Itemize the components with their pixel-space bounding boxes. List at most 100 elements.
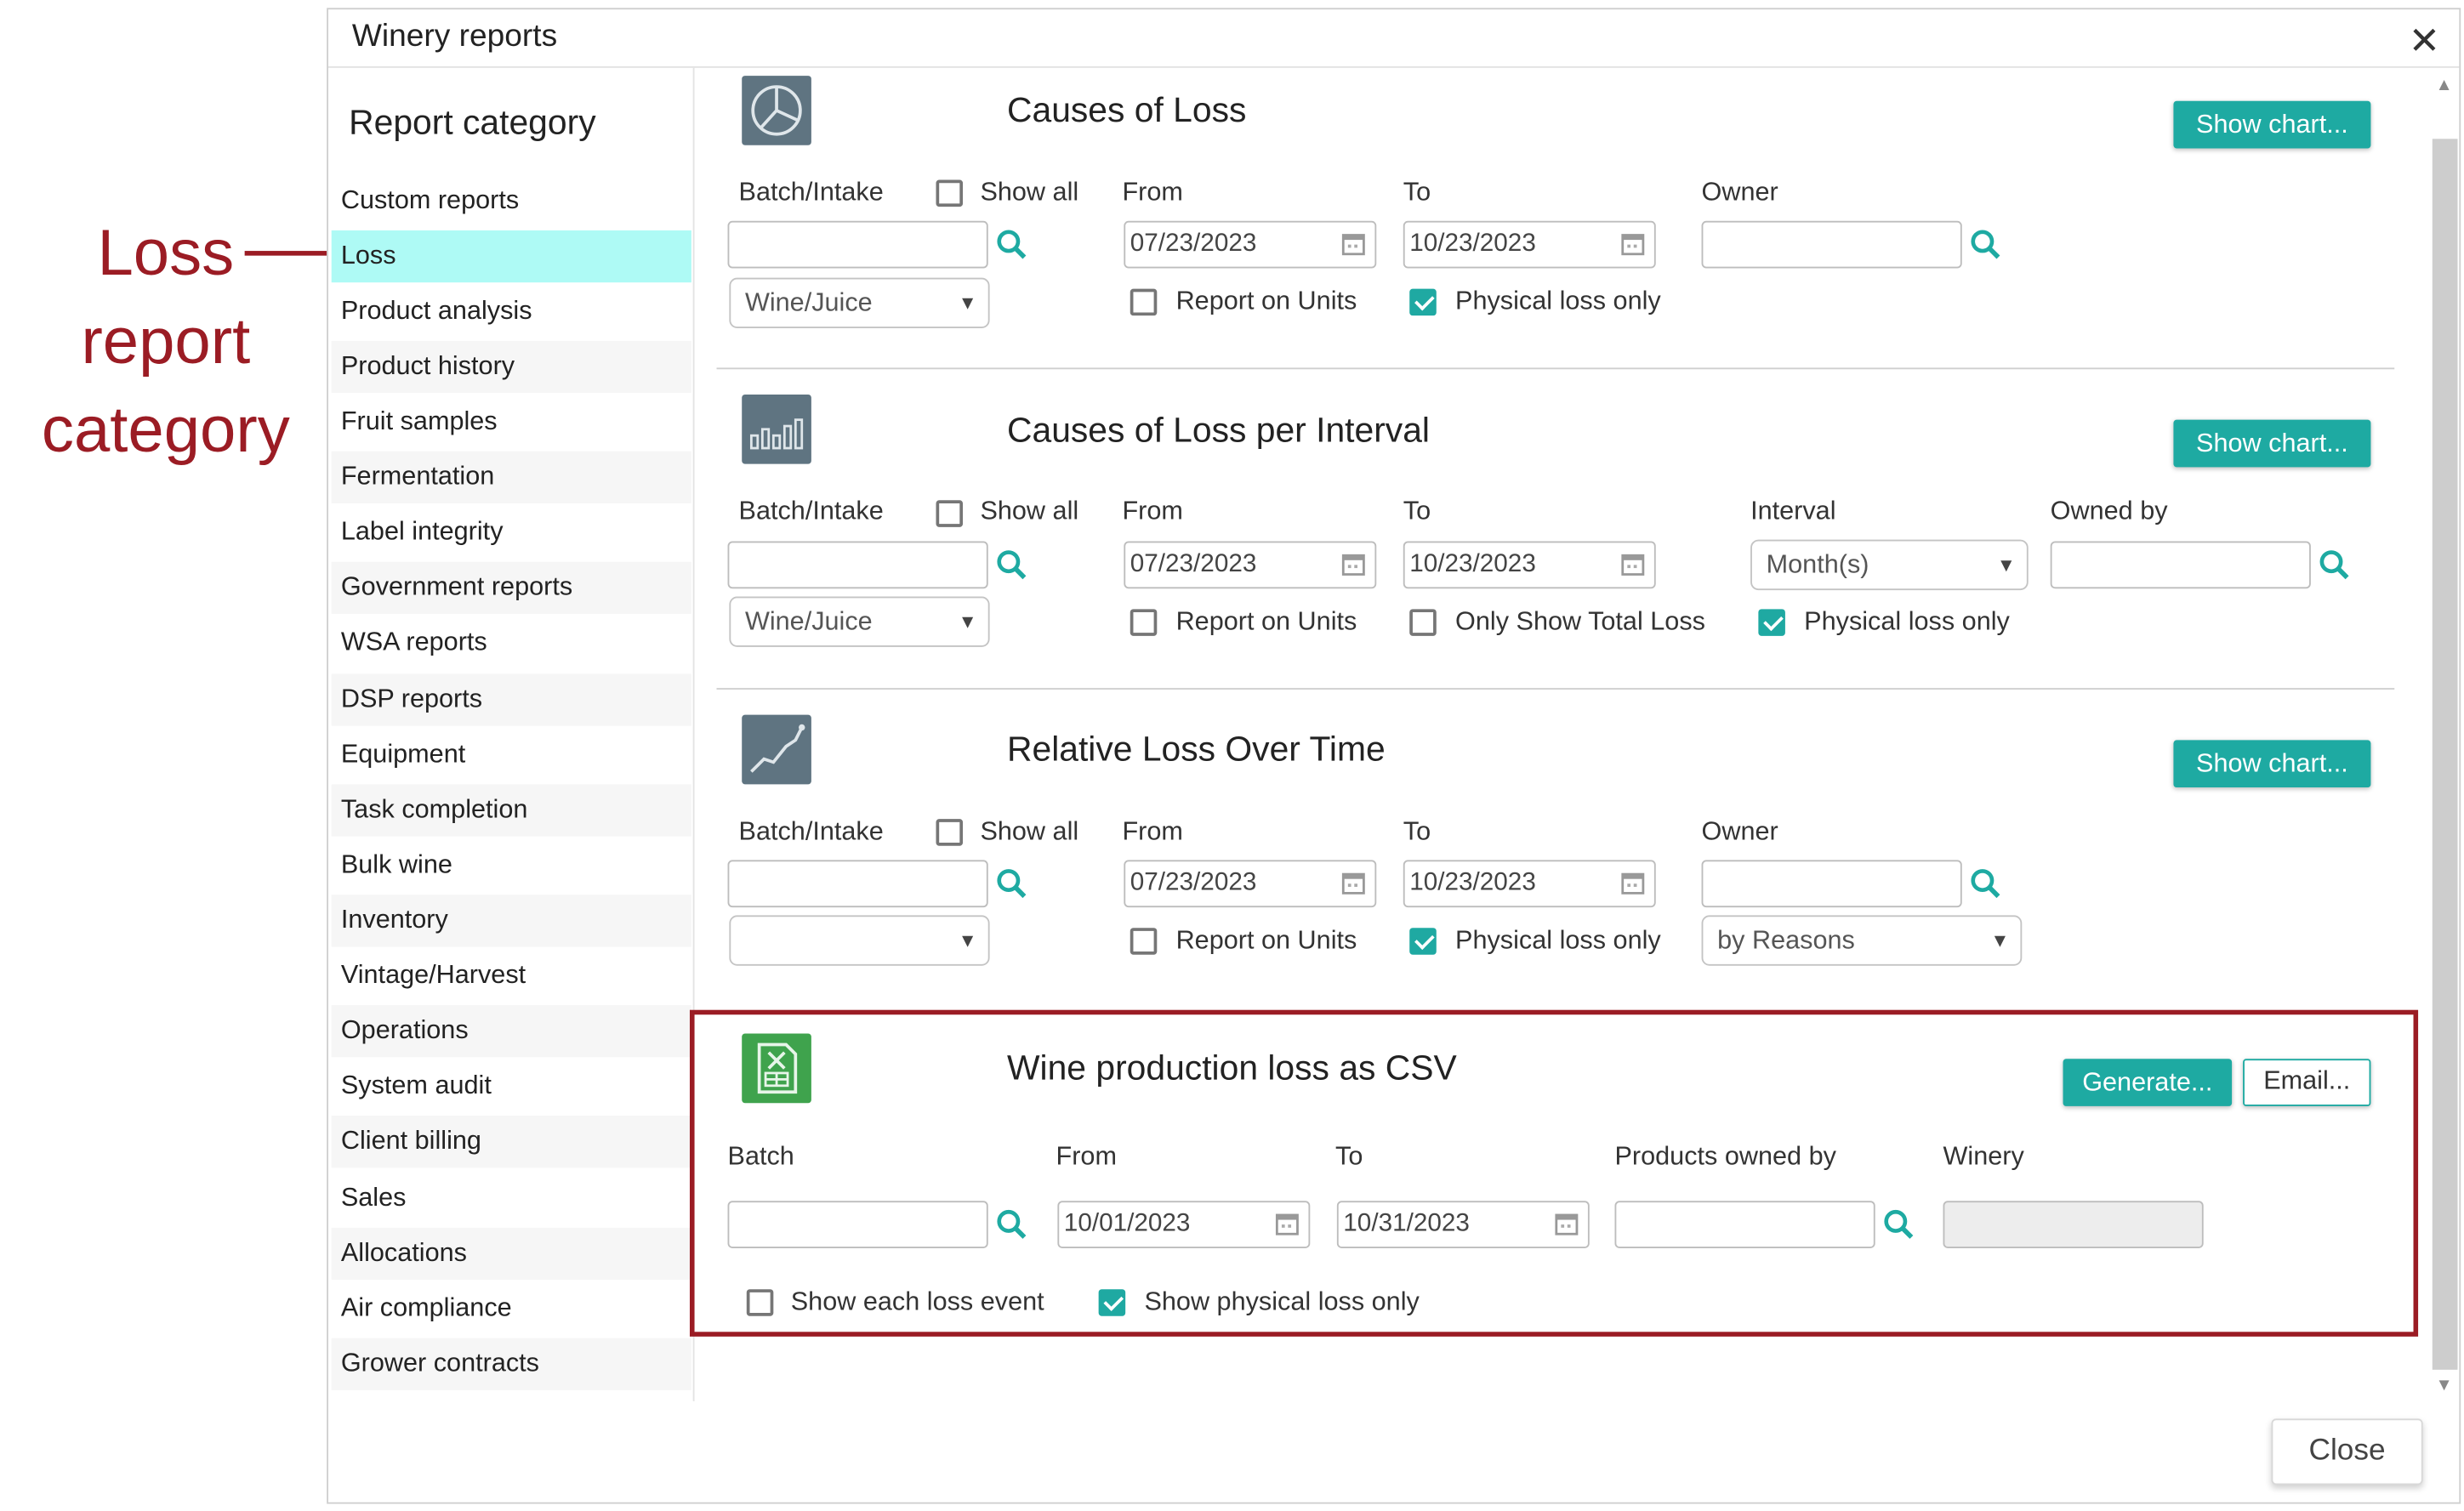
scrollbar-thumb[interactable] bbox=[2432, 139, 2458, 1370]
csv-to-date[interactable]: 10/31/2023 bbox=[1336, 1201, 1590, 1248]
sidebar-item-system-audit[interactable]: System audit bbox=[332, 1060, 691, 1112]
causes-to-date[interactable]: 10/23/2023 bbox=[1403, 220, 1656, 269]
sidebar-item-operations[interactable]: Operations bbox=[331, 1005, 691, 1058]
interval-physical-only-label: Physical loss only bbox=[1804, 607, 2010, 636]
interval-only-total-checkbox[interactable] bbox=[1409, 609, 1437, 636]
csv-batch-input[interactable] bbox=[727, 1201, 988, 1248]
search-icon[interactable] bbox=[2317, 548, 2352, 582]
relative-group-value: by Reasons bbox=[1717, 926, 1855, 955]
causes-report-units-checkbox[interactable] bbox=[1130, 288, 1158, 316]
calendar-icon[interactable] bbox=[1275, 1212, 1299, 1235]
interval-owned-by-input[interactable] bbox=[2050, 541, 2311, 589]
interval-batch-label: Batch/Intake bbox=[738, 497, 884, 525]
search-icon[interactable] bbox=[1968, 866, 2003, 901]
csv-show-each-label: Show each loss event bbox=[790, 1287, 1044, 1316]
search-icon[interactable] bbox=[1881, 1207, 1916, 1242]
interval-select-value: Month(s) bbox=[1766, 550, 1869, 580]
search-icon[interactable] bbox=[994, 866, 1029, 901]
relative-report-units-label: Report on Units bbox=[1175, 926, 1357, 955]
causes-show-chart-button[interactable]: Show chart... bbox=[2173, 100, 2371, 149]
sidebar-item-client-billing[interactable]: Client billing bbox=[331, 1116, 691, 1168]
sidebar-item-equipment[interactable]: Equipment bbox=[332, 729, 691, 781]
interval-physical-only-checkbox[interactable] bbox=[1758, 609, 1785, 636]
csv-email-button[interactable]: Email... bbox=[2243, 1059, 2371, 1106]
csv-winery-label: Winery bbox=[1943, 1142, 2024, 1172]
sidebar-item-product-history[interactable]: Product history bbox=[331, 340, 691, 394]
pie-chart-icon bbox=[742, 76, 811, 145]
interval-show-all-checkbox[interactable] bbox=[936, 500, 964, 527]
sidebar-item-fermentation[interactable]: Fermentation bbox=[331, 451, 691, 504]
sidebar-item-fruit-samples[interactable]: Fruit samples bbox=[332, 396, 691, 448]
sidebar-item-sales[interactable]: Sales bbox=[332, 1173, 691, 1224]
search-icon[interactable] bbox=[994, 1207, 1029, 1242]
dialog-title: Winery reports bbox=[351, 19, 558, 54]
sidebar-item-air-compliance[interactable]: Air compliance bbox=[332, 1283, 691, 1335]
search-icon[interactable] bbox=[994, 227, 1029, 262]
sidebar-item-grower-contracts[interactable]: Grower contracts bbox=[331, 1338, 691, 1390]
relative-report-units-checkbox[interactable] bbox=[1130, 928, 1158, 955]
close-button[interactable]: Close bbox=[2271, 1418, 2423, 1485]
causes-batch-input[interactable] bbox=[727, 220, 988, 269]
interval-to-date[interactable]: 10/23/2023 bbox=[1403, 541, 1656, 589]
sidebar-item-government-reports[interactable]: Government reports bbox=[331, 561, 691, 614]
calendar-icon[interactable] bbox=[1555, 1212, 1579, 1235]
annotation-pointer bbox=[244, 251, 329, 256]
csv-from-value: 10/01/2023 bbox=[1063, 1210, 1191, 1237]
sidebar-item-bulk-wine[interactable]: Bulk wine bbox=[332, 839, 691, 891]
interval-interval-label: Interval bbox=[1750, 497, 1836, 525]
relative-group-select[interactable]: by Reasons ▼ bbox=[1701, 915, 2023, 966]
sidebar-item-task-completion[interactable]: Task completion bbox=[331, 784, 691, 837]
interval-select[interactable]: Month(s) ▼ bbox=[1750, 539, 2029, 591]
sidebar-item-vintage-harvest[interactable]: Vintage/Harvest bbox=[332, 950, 691, 1002]
causes-owner-input[interactable] bbox=[1701, 220, 1962, 269]
relative-type-select[interactable]: ▼ bbox=[729, 915, 990, 966]
sidebar-item-wsa-reports[interactable]: WSA reports bbox=[332, 617, 691, 669]
search-icon[interactable] bbox=[1968, 227, 2003, 262]
csv-from-label: From bbox=[1056, 1142, 1117, 1172]
sidebar-item-product-analysis[interactable]: Product analysis bbox=[332, 286, 691, 338]
interval-report-units-checkbox[interactable] bbox=[1130, 609, 1158, 636]
interval-from-date[interactable]: 07/23/2023 bbox=[1124, 541, 1377, 589]
calendar-icon[interactable] bbox=[1621, 232, 1645, 256]
interval-type-select[interactable]: Wine/Juice ▼ bbox=[729, 596, 990, 647]
calendar-icon[interactable] bbox=[1621, 871, 1645, 895]
csv-owned-input[interactable] bbox=[1614, 1201, 1875, 1248]
csv-to-value: 10/31/2023 bbox=[1343, 1210, 1470, 1237]
causes-of-loss-title: Causes of Loss bbox=[1007, 89, 1247, 130]
relative-to-date[interactable]: 10/23/2023 bbox=[1403, 860, 1656, 908]
scroll-up-icon[interactable]: ▲ bbox=[2435, 76, 2452, 94]
relative-show-chart-button[interactable]: Show chart... bbox=[2173, 740, 2371, 788]
causes-type-select[interactable]: Wine/Juice ▼ bbox=[729, 277, 990, 329]
calendar-icon[interactable] bbox=[1341, 553, 1365, 577]
sidebar-item-custom-reports[interactable]: Custom reports bbox=[332, 175, 691, 227]
interval-batch-input[interactable] bbox=[727, 541, 988, 589]
causes-show-all-checkbox[interactable] bbox=[936, 179, 964, 207]
csv-show-physical-checkbox[interactable] bbox=[1098, 1289, 1126, 1316]
relative-from-date[interactable]: 07/23/2023 bbox=[1124, 860, 1377, 908]
csv-generate-button[interactable]: Generate... bbox=[2063, 1059, 2233, 1106]
csv-show-each-checkbox[interactable] bbox=[746, 1289, 774, 1316]
relative-owner-label: Owner bbox=[1701, 817, 1778, 846]
relative-from-value: 07/23/2023 bbox=[1130, 869, 1257, 897]
causes-physical-only-checkbox[interactable] bbox=[1409, 288, 1437, 316]
relative-show-all-checkbox[interactable] bbox=[936, 819, 964, 846]
calendar-icon[interactable] bbox=[1341, 232, 1365, 256]
calendar-icon[interactable] bbox=[1341, 871, 1365, 895]
interval-only-total-label: Only Show Total Loss bbox=[1455, 607, 1705, 636]
calendar-icon[interactable] bbox=[1621, 553, 1645, 577]
sidebar-item-loss[interactable]: Loss bbox=[331, 230, 691, 283]
relative-owner-input[interactable] bbox=[1701, 860, 1962, 908]
causes-from-date[interactable]: 07/23/2023 bbox=[1124, 220, 1377, 269]
sidebar-item-allocations[interactable]: Allocations bbox=[331, 1227, 691, 1281]
close-icon[interactable]: ✕ bbox=[2409, 19, 2440, 65]
relative-batch-input[interactable] bbox=[727, 860, 988, 908]
csv-from-date[interactable]: 10/01/2023 bbox=[1057, 1201, 1311, 1248]
interval-show-chart-button[interactable]: Show chart... bbox=[2173, 419, 2371, 468]
scroll-down-icon[interactable]: ▼ bbox=[2435, 1376, 2452, 1395]
sidebar-item-inventory[interactable]: Inventory bbox=[331, 895, 691, 947]
sidebar-item-dsp-reports[interactable]: DSP reports bbox=[331, 673, 691, 726]
sidebar-item-label-integrity[interactable]: Label integrity bbox=[332, 507, 691, 559]
search-icon[interactable] bbox=[994, 548, 1029, 582]
relative-physical-only-checkbox[interactable] bbox=[1409, 928, 1437, 955]
content-scrollbar[interactable]: ▲ ▼ bbox=[2426, 76, 2458, 1398]
